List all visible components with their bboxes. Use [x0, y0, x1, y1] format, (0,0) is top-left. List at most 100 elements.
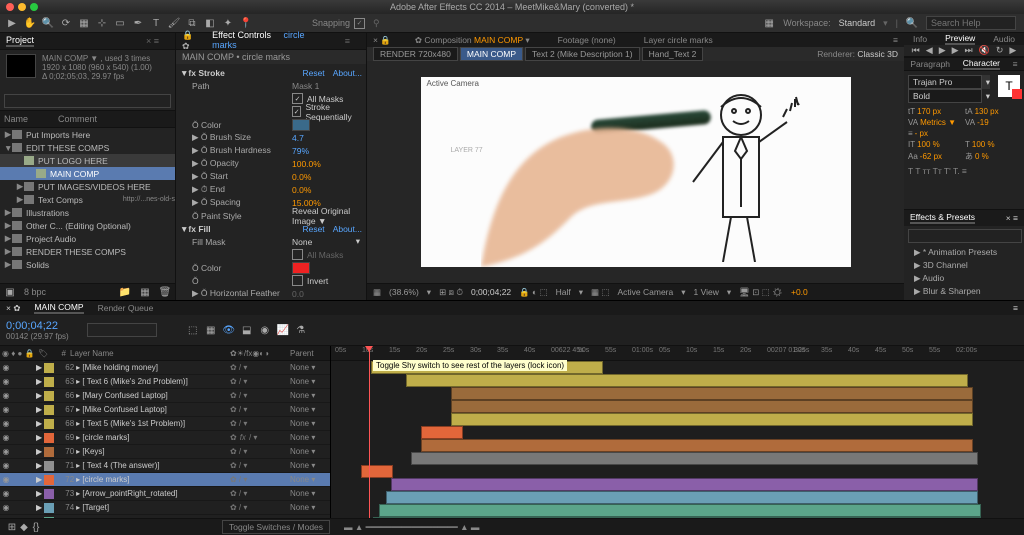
- char-metric[interactable]: tA130 px: [965, 107, 1020, 116]
- fx-fill-heading[interactable]: fx Fill: [188, 224, 210, 234]
- timeline-layer-row[interactable]: ◉▶69▸ [circle marks]✿ fx / ▾None ▾: [0, 431, 330, 445]
- timeline-layer-row[interactable]: ◉▶67▸ [Mike Confused Laptop]✿ / ▾None ▾: [0, 403, 330, 417]
- clip-bar[interactable]: [391, 478, 978, 491]
- new-comp-icon[interactable]: ▦: [139, 286, 151, 298]
- clip-bar[interactable]: [451, 387, 973, 400]
- interpret-icon[interactable]: ▣: [4, 286, 16, 298]
- effects-search-input[interactable]: [908, 229, 1022, 243]
- breadcrumb-main[interactable]: MAIN COMP: [460, 47, 523, 61]
- pen-tool-icon[interactable]: ✒: [132, 17, 144, 29]
- font-weight-dropdown[interactable]: Bold: [908, 89, 982, 103]
- timeline-tab-rq[interactable]: Render Queue: [98, 303, 154, 313]
- timeline-layer-row[interactable]: ◉▶70▸ [Keys]✿ / ▾None ▾: [0, 445, 330, 459]
- char-sample[interactable]: T: [998, 75, 1020, 97]
- fx-stroke-heading[interactable]: fx Stroke: [188, 68, 224, 78]
- rotate-tool-icon[interactable]: ⟳: [60, 17, 72, 29]
- char-metric[interactable]: ≡- px: [908, 129, 963, 138]
- stroke-color-swatch[interactable]: [292, 119, 310, 131]
- toggle-switches-modes[interactable]: Toggle Switches / Modes: [222, 520, 330, 534]
- motion-blur-icon[interactable]: ◉: [259, 324, 271, 336]
- project-item[interactable]: ▶Illustrations: [0, 206, 175, 219]
- ram-preview-icon[interactable]: ▶: [1009, 45, 1016, 56]
- breadcrumb-hand[interactable]: Hand_Text 2: [642, 47, 704, 61]
- workspace-icon[interactable]: ▦: [763, 17, 775, 29]
- tl-kf-icon[interactable]: ◆: [18, 521, 30, 533]
- project-item[interactable]: ▶Put Imports Here: [0, 128, 175, 141]
- timeline-layer-row[interactable]: ◉▶63▸ [ Text 6 (Mike's 2nd Problem)]✿ / …: [0, 375, 330, 389]
- clip-bar[interactable]: [361, 465, 393, 478]
- char-metric[interactable]: Aa-62 px: [908, 151, 963, 162]
- snapping-checkbox[interactable]: ✓: [354, 18, 365, 29]
- clip-bar[interactable]: [411, 452, 978, 465]
- effects-presets-tab[interactable]: Effects & Presets: [910, 212, 975, 224]
- timecode-readout[interactable]: 0;00;04;22: [471, 287, 511, 297]
- zoom-readout[interactable]: (38.6%): [389, 287, 419, 297]
- char-metric[interactable]: [965, 129, 1020, 138]
- clip-bar[interactable]: [386, 491, 978, 504]
- clip-bar[interactable]: [421, 439, 973, 452]
- current-timecode[interactable]: 0;00;04;22: [6, 320, 69, 332]
- character-tab[interactable]: Character: [963, 58, 1000, 70]
- project-item[interactable]: ▶Project Audio: [0, 232, 175, 245]
- breadcrumb-text2[interactable]: Text 2 (Mike Description 1): [525, 47, 640, 61]
- roto-tool-icon[interactable]: ✦: [222, 17, 234, 29]
- char-metric[interactable]: VA-19: [965, 118, 1020, 127]
- frame-blend-icon[interactable]: ⬓: [241, 324, 253, 336]
- effect-category[interactable]: ▶ * Animation Presets: [904, 246, 1024, 259]
- char-metric[interactable]: T100 %: [965, 140, 1020, 149]
- bpc-button[interactable]: 8 bpc: [24, 287, 46, 297]
- effect-category[interactable]: ▶ Blur & Sharpen: [904, 285, 1024, 298]
- brainstorm-icon[interactable]: ⚗: [295, 324, 307, 336]
- clip-bar[interactable]: [421, 426, 463, 439]
- last-frame-icon[interactable]: ⏭: [965, 45, 973, 56]
- effect-category[interactable]: ▶ 3D Channel: [904, 259, 1024, 272]
- timeline-layer-row[interactable]: ◉▶68▸ [ Text 5 (Mike's 1st Problem)]✿ / …: [0, 417, 330, 431]
- active-camera-dropdown[interactable]: Active Camera: [617, 287, 673, 297]
- project-item[interactable]: ▶RENDER THESE COMPS: [0, 245, 175, 258]
- about-link[interactable]: About...: [333, 68, 362, 78]
- char-metric[interactable]: IT100 %: [908, 140, 963, 149]
- hand-tool-icon[interactable]: ✋: [24, 17, 36, 29]
- shape-tool-icon[interactable]: ▭: [114, 17, 126, 29]
- composition-viewer[interactable]: Active Camera LAYER 77: [421, 77, 851, 267]
- zoom-tool-icon[interactable]: 🔍: [42, 17, 54, 29]
- timeline-layer-row[interactable]: ◉▶73▸ [Arrow_pointRight_rotated]✿ / ▾Non…: [0, 487, 330, 501]
- workspace-value[interactable]: Standard: [839, 18, 876, 28]
- clone-tool-icon[interactable]: ⧉: [186, 17, 198, 29]
- project-search-input[interactable]: [4, 94, 171, 108]
- project-item[interactable]: MAIN COMP: [0, 167, 175, 180]
- timeline-tab-main[interactable]: MAIN COMP: [34, 302, 83, 314]
- right-tab[interactable]: Preview: [945, 33, 975, 45]
- right-tab[interactable]: Info: [913, 34, 927, 44]
- clip-bar[interactable]: [406, 374, 968, 387]
- views-dropdown[interactable]: 1 View: [694, 287, 719, 297]
- paragraph-tab[interactable]: Paragraph: [910, 59, 950, 69]
- effect-category[interactable]: ▶ Audio: [904, 272, 1024, 285]
- effect-controls-tab[interactable]: Effect Controls: [212, 30, 271, 40]
- timeline-layer-row[interactable]: ◉▶72▸ [circle marks]✿ / ▾None ▾: [0, 473, 330, 487]
- timeline-layer-row[interactable]: ◉▶62▸ [Mike holding money]✿ / ▾None ▾: [0, 361, 330, 375]
- project-item[interactable]: ▶Text Compshttp://...nes-old-s: [0, 193, 175, 206]
- allmasks-checkbox[interactable]: ✓: [292, 93, 303, 104]
- playhead[interactable]: [369, 346, 370, 518]
- eraser-tool-icon[interactable]: ◧: [204, 17, 216, 29]
- project-item[interactable]: ▶PUT IMAGES/VIDEOS HERE: [0, 180, 175, 193]
- char-metric[interactable]: VAMetrics ▼: [908, 118, 963, 127]
- search-help-input[interactable]: [926, 16, 1016, 30]
- prev-frame-icon[interactable]: ◀: [926, 45, 933, 56]
- reset-link[interactable]: Reset: [302, 68, 324, 78]
- snapping-label[interactable]: Snapping: [312, 18, 350, 28]
- timeline-layer-row[interactable]: ◉▶71▸ [ Text 4 (The answer)]✿ / ▾None ▾: [0, 459, 330, 473]
- brush-tool-icon[interactable]: 🖌: [168, 17, 180, 29]
- breadcrumb-render[interactable]: RENDER 720x480: [373, 47, 458, 61]
- char-metric[interactable]: tT170 px: [908, 107, 963, 116]
- anchor-tool-icon[interactable]: ⊹: [96, 17, 108, 29]
- project-item[interactable]: ▶Solids: [0, 258, 175, 271]
- clip-bar[interactable]: [379, 504, 981, 517]
- project-item[interactable]: PUT LOGO HERE: [0, 154, 175, 167]
- tl-expand-icon[interactable]: ⊞: [6, 521, 18, 533]
- loop-icon[interactable]: ↻: [996, 45, 1004, 56]
- clip-bar[interactable]: [451, 413, 973, 426]
- timeline-layer-row[interactable]: ◉▶74▸ [Target]✿ / ▾None ▾: [0, 501, 330, 515]
- selection-tool-icon[interactable]: ▶: [6, 17, 18, 29]
